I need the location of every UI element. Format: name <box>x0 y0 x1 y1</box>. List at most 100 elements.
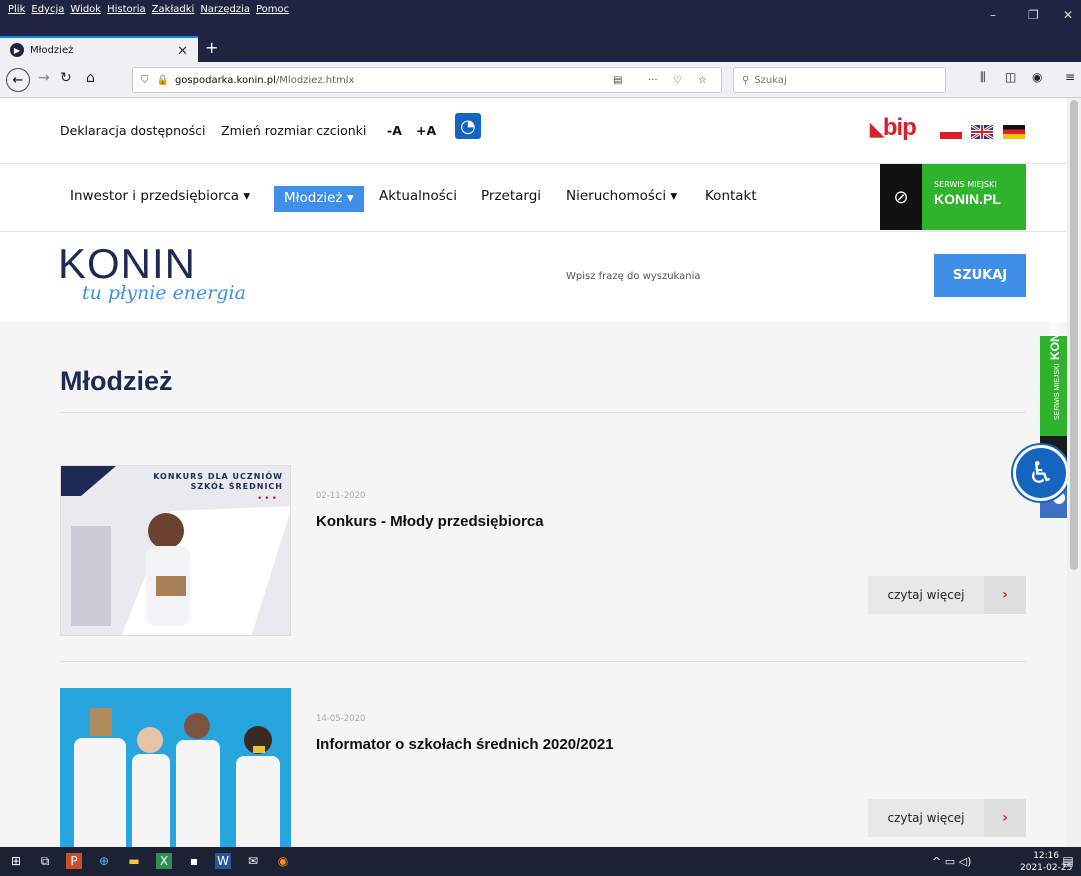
page-title: Młodzież <box>60 366 173 396</box>
serwis-big-label: KONIN.PL <box>934 191 1001 207</box>
konin-logo[interactable]: KONIN <box>58 240 196 288</box>
utility-bar: Deklaracja dostępności Zmień rozmiar czc… <box>0 98 1067 164</box>
word-icon[interactable]: W <box>215 853 231 869</box>
firefox-icon[interactable]: ◉ <box>275 853 291 869</box>
read-more-label: czytaj więcej <box>868 576 984 614</box>
powerpoint-icon[interactable]: P <box>66 853 82 869</box>
network-app-icon[interactable]: ⊕ <box>96 853 112 869</box>
content-area: Młodzież KONKURS DLA UCZNIÓW SZKÓŁ ŚREDN… <box>0 322 1067 847</box>
insecure-lock-icon[interactable]: 🔒 <box>157 75 169 86</box>
title-divider <box>60 412 1026 413</box>
web-page: Deklaracja dostępności Zmień rozmiar czc… <box>0 98 1067 847</box>
chevron-right-icon: › <box>984 799 1026 837</box>
excel-icon[interactable]: X <box>156 853 172 869</box>
maximize-button[interactable]: ❐ <box>1028 8 1039 22</box>
file-explorer-icon[interactable]: ▬ <box>126 853 142 869</box>
hamburger-menu-icon[interactable]: ≡ <box>1065 70 1075 84</box>
system-tray-icons[interactable]: ^ ▭ ◁) <box>932 855 971 868</box>
browser-search-placeholder: Szukaj <box>754 74 787 86</box>
article-date: 02-11-2020 <box>316 491 366 501</box>
logo-tagline: tu płynie energia <box>82 282 246 304</box>
browser-search-input[interactable]: ⚲ Szukaj <box>733 67 946 93</box>
font-increase-button[interactable]: +A <box>416 123 436 138</box>
nav-nieruchomosci[interactable]: Nieruchomości ▾ <box>566 188 677 204</box>
sidebar-toggle-icon[interactable]: ◫ <box>1005 70 1016 84</box>
article-title-link[interactable]: Informator o szkołach średnich 2020/2021 <box>316 736 614 753</box>
menu-bar: Plik Edycja Widok Historia Zakładki Narz… <box>8 4 289 15</box>
serwis-green-panel: SERWIS MIEJSKI KONIN.PL <box>922 164 1026 230</box>
nav-przetargi[interactable]: Przetargi <box>481 188 541 204</box>
menu-historia[interactable]: Historia <box>107 4 146 15</box>
article-date: 14-05-2020 <box>316 714 366 724</box>
chevron-right-icon: › <box>984 576 1026 614</box>
article-image-informator[interactable] <box>60 688 291 847</box>
logo-search-row: KONIN tu płynie energia Wpisz frazę do w… <box>0 232 1067 322</box>
menu-plik[interactable]: Plik <box>8 4 25 15</box>
menu-zakladki[interactable]: Zakładki <box>152 4 195 15</box>
read-more-button[interactable]: czytaj więcej › <box>868 799 1026 837</box>
pocket-icon[interactable]: ♡ <box>673 75 682 86</box>
notifications-icon[interactable]: ▤ <box>1060 853 1076 869</box>
font-decrease-button[interactable]: -A <box>387 123 402 138</box>
menu-narzedzia[interactable]: Narzędzia <box>200 4 250 15</box>
page-scrollbar[interactable] <box>1067 98 1081 847</box>
nav-inwestor[interactable]: Inwestor i przedsiębiorca ▾ <box>70 188 250 204</box>
article-title-link[interactable]: Konkurs - Młody przedsiębiorca <box>316 513 544 530</box>
search-button[interactable]: SZUKAJ <box>934 254 1026 297</box>
url-host: gospodarka.konin.pl <box>174 74 276 86</box>
hearing-accessibility-icon[interactable]: ◔ <box>455 113 481 139</box>
page-actions-icon[interactable]: ··· <box>648 75 658 86</box>
accessibility-widget-icon[interactable]: ♿ <box>1013 445 1067 501</box>
library-icon[interactable]: ⫼ <box>980 70 986 85</box>
serwis-miejski-button[interactable]: ⊘ SERWIS MIEJSKI KONIN.PL <box>880 164 1026 230</box>
back-button[interactable]: ← <box>6 68 30 92</box>
nav-kontakt[interactable]: Kontakt <box>705 188 757 204</box>
menu-edycja[interactable]: Edycja <box>31 4 64 15</box>
site-search-input[interactable]: Wpisz frazę do wyszukania <box>566 271 701 282</box>
nav-mlodziez[interactable]: Młodzież ▾ <box>274 186 364 212</box>
window-titlebar: Plik Edycja Widok Historia Zakładki Narz… <box>0 0 1081 36</box>
reader-view-icon[interactable]: ▤ <box>613 75 622 86</box>
account-icon[interactable]: ◉ <box>1032 70 1042 84</box>
side-serwis-small: SERWIS MIEJSKI <box>1054 363 1061 420</box>
read-more-button[interactable]: czytaj więcej › <box>868 576 1026 614</box>
app-icon[interactable]: ▪ <box>186 853 202 869</box>
side-serwis-banner[interactable]: SERWIS MIEJSKI KONIN.PL <box>1040 303 1067 436</box>
bip-logo-link[interactable]: ◣bip <box>870 114 917 142</box>
font-resize-label: Zmień rozmiar czcionki <box>221 123 367 138</box>
serwis-small-label: SERWIS MIEJSKI <box>934 180 997 189</box>
search-icon: ⚲ <box>742 74 750 86</box>
forward-button[interactable]: → <box>38 70 50 86</box>
menu-pomoc[interactable]: Pomoc <box>256 4 289 15</box>
url-path: /Mlodziez.htmlx <box>275 74 355 86</box>
windows-start-icon[interactable]: ⊞ <box>8 853 24 869</box>
minimize-button[interactable]: – <box>990 8 996 22</box>
home-icon[interactable]: ⌂ <box>86 70 95 86</box>
scrollbar-thumb[interactable] <box>1070 100 1078 570</box>
url-bar[interactable]: ⛉ 🔒 gospodarka.konin.pl/Mlodziez.htmlx ▤… <box>132 67 722 93</box>
menu-widok[interactable]: Widok <box>70 4 101 15</box>
bookmark-star-icon[interactable]: ☆ <box>698 75 707 86</box>
side-serwis-label: SERWIS MIEJSKI KONIN.PL <box>1048 303 1062 420</box>
shield-icon[interactable]: ⛉ <box>141 75 149 86</box>
nav-aktualnosci[interactable]: Aktualności <box>379 188 457 204</box>
favicon-icon: ▶ <box>10 43 24 57</box>
task-view-icon[interactable]: ⧉ <box>37 853 53 869</box>
flag-de-icon[interactable] <box>1003 125 1025 139</box>
side-serwis-big: KONIN.PL <box>1048 302 1062 360</box>
read-more-label: czytaj więcej <box>868 799 984 837</box>
dots-icon: ••• <box>257 494 279 504</box>
article-image-konkurs[interactable]: KONKURS DLA UCZNIÓW SZKÓŁ ŚREDNICH ••• <box>60 465 291 636</box>
tab-title: Młodzież <box>30 44 74 56</box>
new-tab-button[interactable]: + <box>205 38 218 57</box>
tab-mlodziez[interactable]: ▶ Młodzież ✕ <box>0 36 198 62</box>
flag-uk-icon[interactable] <box>970 123 994 141</box>
close-tab-icon[interactable]: ✕ <box>177 44 188 59</box>
play-circle-icon: ⊘ <box>880 164 922 230</box>
reload-button[interactable]: ↻ <box>60 70 72 86</box>
flag-pl-icon[interactable] <box>940 125 962 139</box>
main-navigation: Inwestor i przedsiębiorca ▾ Młodzież ▾ A… <box>0 164 1067 232</box>
accessibility-declaration-link[interactable]: Deklaracja dostępności <box>60 123 206 138</box>
mail-icon[interactable]: ✉ <box>245 853 261 869</box>
close-window-button[interactable]: ✕ <box>1063 8 1073 22</box>
